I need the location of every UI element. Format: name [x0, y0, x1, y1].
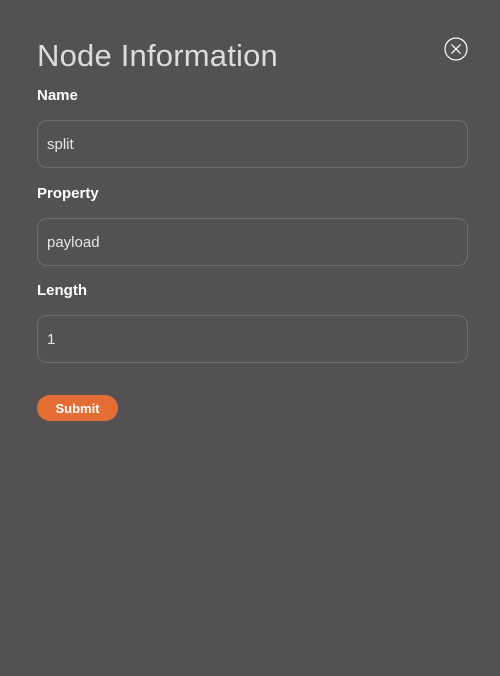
dialog-title: Node Information: [37, 38, 278, 73]
node-information-panel: Node Information Name Property Length Su…: [0, 0, 500, 676]
length-input[interactable]: [37, 315, 468, 363]
close-icon: [444, 37, 468, 61]
name-input[interactable]: [37, 120, 468, 168]
submit-button[interactable]: Submit: [37, 395, 118, 421]
property-label: Property: [37, 185, 99, 202]
close-button[interactable]: [444, 37, 468, 61]
length-label: Length: [37, 282, 87, 299]
name-label: Name: [37, 87, 78, 104]
property-input[interactable]: [37, 218, 468, 266]
